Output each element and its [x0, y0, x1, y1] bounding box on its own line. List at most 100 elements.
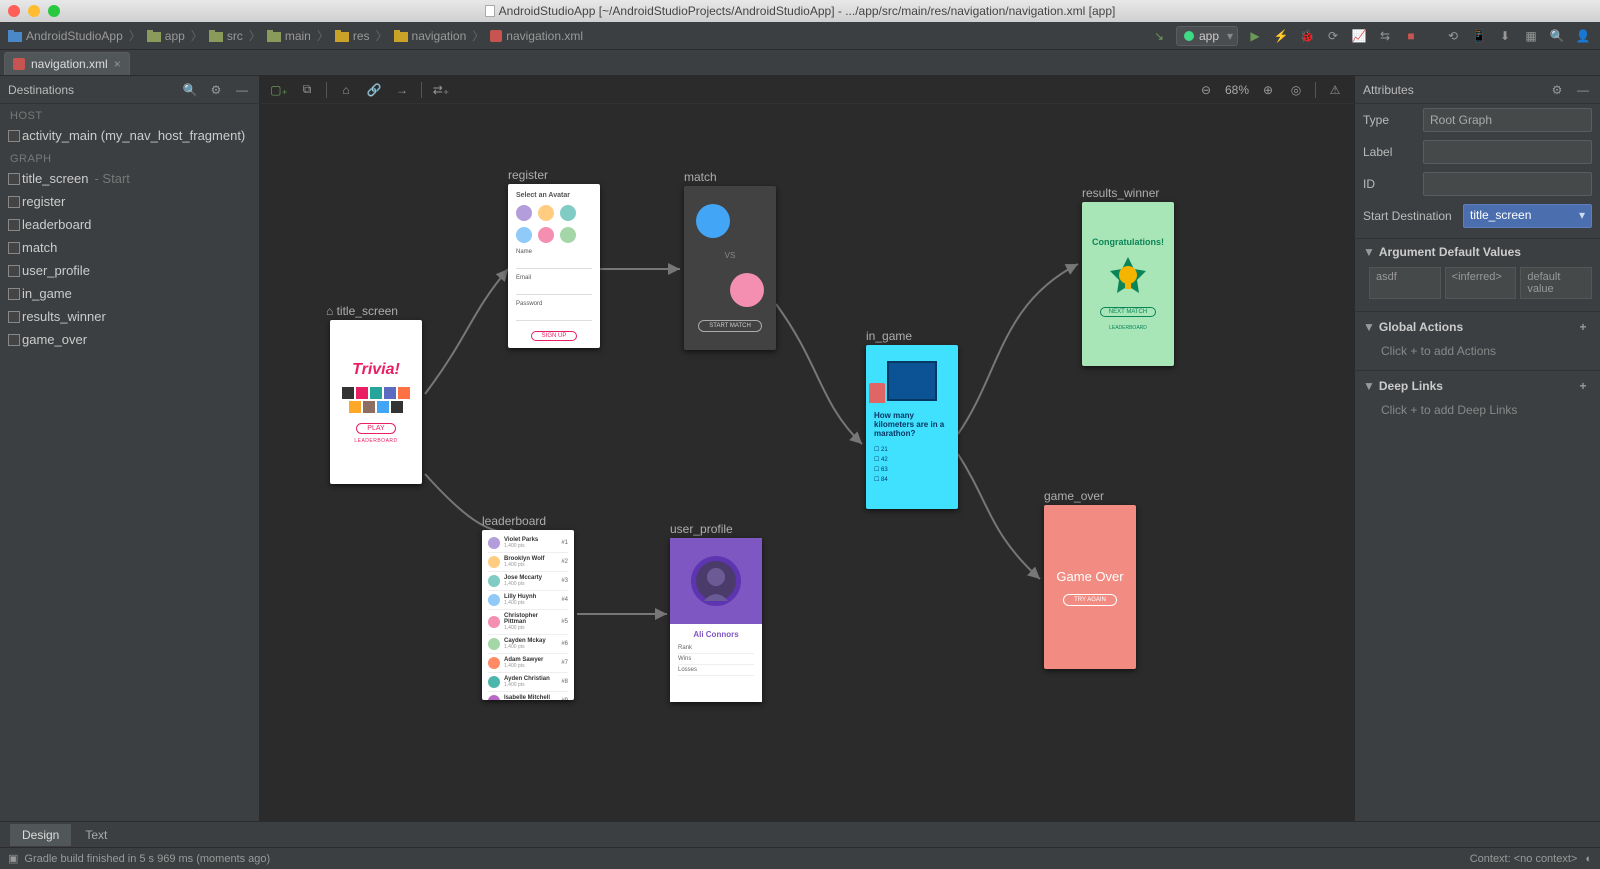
- node-match[interactable]: VS START MATCH: [684, 186, 776, 350]
- play-button: PLAY: [356, 423, 395, 434]
- graph-item-title_screen[interactable]: title_screen - Start: [0, 167, 259, 190]
- node-game-over[interactable]: Game Over TRY AGAIN: [1044, 505, 1136, 669]
- graph-item-register[interactable]: register: [0, 190, 259, 213]
- terminal-icon[interactable]: ▣: [8, 852, 18, 865]
- tab-design[interactable]: Design: [10, 824, 71, 846]
- graph-item-in_game[interactable]: in_game: [0, 282, 259, 305]
- file-tab-navigation[interactable]: navigation.xml ×: [4, 52, 130, 75]
- document-icon: [485, 5, 495, 17]
- global-actions-section[interactable]: ▼Global Actions+: [1355, 311, 1600, 342]
- status-bar: ▣Gradle build finished in 5 s 969 ms (mo…: [0, 847, 1600, 869]
- build-hammer-icon[interactable]: ↘: [1150, 27, 1168, 45]
- breadcrumb[interactable]: AndroidStudioApp〉 app〉 src〉 main〉 res〉 n…: [8, 27, 583, 44]
- minimize-window-icon[interactable]: [28, 5, 40, 17]
- minimize-panel-icon[interactable]: —: [233, 81, 251, 99]
- node-in-game[interactable]: How many kilometers are in a marathon? ☐…: [866, 345, 958, 509]
- warnings-icon[interactable]: ⚠: [1326, 81, 1344, 99]
- node-register[interactable]: Select an Avatar Name Email Password SIG…: [508, 184, 600, 348]
- zoom-level: 68%: [1225, 83, 1249, 97]
- window-controls[interactable]: [8, 5, 60, 17]
- node-title-screen[interactable]: Trivia! PLAY LEADERBOARD: [330, 320, 422, 484]
- avd-manager-icon[interactable]: 📱: [1470, 27, 1488, 45]
- profiler-icon[interactable]: 📈: [1350, 27, 1368, 45]
- edges: [260, 104, 1354, 821]
- label-field[interactable]: [1423, 140, 1592, 164]
- folder-icon: [394, 30, 408, 42]
- leaderboard-row: Adam Sawyer1,400 pts#7: [488, 654, 568, 673]
- graph-item-leaderboard[interactable]: leaderboard: [0, 213, 259, 236]
- crumb-project: AndroidStudioApp: [8, 29, 123, 43]
- graph-item-user_profile[interactable]: user_profile: [0, 259, 259, 282]
- new-destination-icon[interactable]: ▢₊: [270, 81, 288, 99]
- ide-status-icon[interactable]: ◐: [1585, 853, 1592, 865]
- graph-item-game_over[interactable]: game_over: [0, 328, 259, 351]
- nested-graph-icon[interactable]: ⧉: [298, 81, 316, 99]
- node-leaderboard[interactable]: Violet Parks1,400 pts#1Brooklyn Wolf1,40…: [482, 530, 574, 700]
- zoom-window-icon[interactable]: [48, 5, 60, 17]
- gear-icon[interactable]: ⚙: [1548, 81, 1566, 99]
- graph-section-label: GRAPH: [0, 147, 259, 167]
- zoom-fit-icon[interactable]: ◎: [1287, 81, 1305, 99]
- type-field[interactable]: [1423, 108, 1592, 132]
- nav-editor: ▢₊ ⧉ ⌂ 🔗 → ⇄₊ ⊖ 68% ⊕ ◎ ⚠: [260, 76, 1354, 821]
- folder-icon: [8, 30, 22, 42]
- tab-text[interactable]: Text: [73, 824, 119, 846]
- xml-file-icon: [13, 58, 25, 70]
- run-config-select[interactable]: app: [1176, 26, 1238, 46]
- folder-icon: [209, 30, 223, 42]
- sdk-manager-icon[interactable]: ⬇: [1496, 27, 1514, 45]
- avatar-icon[interactable]: 👤: [1574, 27, 1592, 45]
- node-label-user-profile: user_profile: [670, 522, 733, 536]
- graph-item-match[interactable]: match: [0, 236, 259, 259]
- editor-mode-tabs: Design Text: [0, 821, 1600, 847]
- search-icon[interactable]: 🔍: [1548, 27, 1566, 45]
- apply-changes-icon[interactable]: ⚡: [1272, 27, 1290, 45]
- media-icons: [341, 387, 411, 413]
- window-title: AndroidStudioApp [~/AndroidStudioProject…: [499, 4, 1116, 18]
- avatar-icon: [691, 556, 741, 606]
- gear-icon[interactable]: ⚙: [207, 81, 225, 99]
- home-icon[interactable]: ⌂: [337, 81, 355, 99]
- close-window-icon[interactable]: [8, 5, 20, 17]
- node-user-profile[interactable]: Ali Connors Rank Wins Losses: [670, 538, 762, 702]
- xml-file-icon: [490, 30, 502, 42]
- host-item[interactable]: activity_main (my_nav_host_fragment): [0, 124, 259, 147]
- search-icon[interactable]: 🔍: [181, 81, 199, 99]
- stop-icon[interactable]: ■: [1402, 27, 1420, 45]
- node-label-register: register: [508, 168, 548, 182]
- deeplink-icon[interactable]: 🔗: [365, 81, 383, 99]
- canvas[interactable]: ⌂ title_screen Trivia! PLAY LEADERBOARD …: [260, 104, 1354, 821]
- node-label-game-over: game_over: [1044, 489, 1104, 503]
- debug-icon[interactable]: 🐞: [1298, 27, 1316, 45]
- auto-arrange-icon[interactable]: ⇄₊: [432, 81, 450, 99]
- destinations-panel: Destinations 🔍 ⚙ — HOST activity_main (m…: [0, 76, 260, 821]
- leaderboard-row: Ayden Christian1,400 pts#8: [488, 673, 568, 692]
- attach-debugger-icon[interactable]: ⇆: [1376, 27, 1394, 45]
- start-destination-select[interactable]: title_screen: [1463, 204, 1592, 228]
- leaderboard-row: Violet Parks1,400 pts#1: [488, 534, 568, 553]
- resource-manager-icon[interactable]: ▦: [1522, 27, 1540, 45]
- action-icon[interactable]: →: [393, 81, 411, 99]
- zoom-in-icon[interactable]: ⊕: [1259, 81, 1277, 99]
- zoom-out-icon[interactable]: ⊖: [1197, 81, 1215, 99]
- node-results-winner[interactable]: Congratulations! NEXT MATCH LEADERBOARD: [1082, 202, 1174, 366]
- sync-icon[interactable]: ⟲: [1444, 27, 1462, 45]
- run-icon[interactable]: ▶: [1246, 27, 1264, 45]
- add-action-icon[interactable]: +: [1574, 318, 1592, 336]
- graph-item-results_winner[interactable]: results_winner: [0, 305, 259, 328]
- leaderboard-row: Christopher Pittman1,400 pts#5: [488, 610, 568, 635]
- folder-icon: [267, 30, 281, 42]
- minimize-panel-icon[interactable]: —: [1574, 81, 1592, 99]
- popcorn-icon: [869, 383, 885, 403]
- node-label-results: results_winner: [1082, 186, 1159, 200]
- android-icon: [1183, 30, 1195, 42]
- trophy-icon: [1106, 255, 1150, 299]
- context-status: Context: <no context>: [1470, 853, 1578, 865]
- close-tab-icon[interactable]: ×: [114, 57, 121, 71]
- argument-defaults-section[interactable]: ▼Argument Default Values: [1355, 238, 1600, 265]
- id-field[interactable]: [1423, 172, 1592, 196]
- add-deeplink-icon[interactable]: +: [1574, 377, 1592, 395]
- coverage-icon[interactable]: ⟳: [1324, 27, 1342, 45]
- deep-links-section[interactable]: ▼Deep Links+: [1355, 370, 1600, 401]
- editor-tabs: navigation.xml ×: [0, 50, 1600, 76]
